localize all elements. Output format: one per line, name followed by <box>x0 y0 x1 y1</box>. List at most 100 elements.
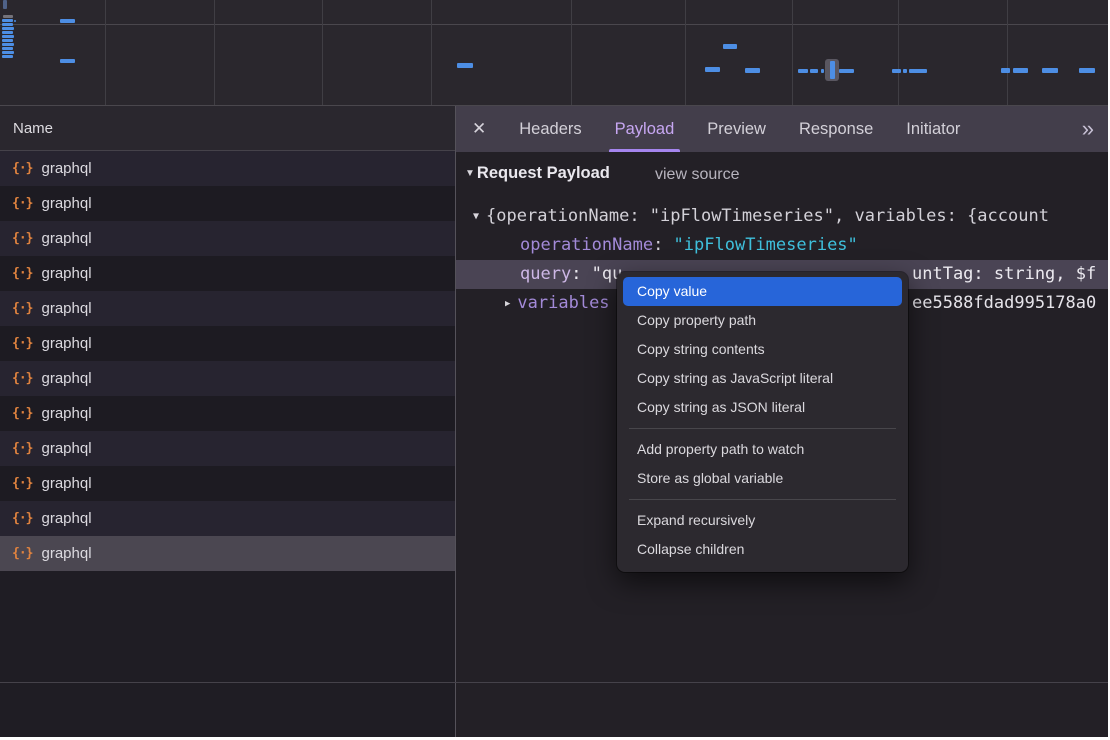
request-timing-bar <box>457 63 473 68</box>
overview-selection-marker-bar <box>830 61 835 79</box>
request-row[interactable]: {·} graphql <box>0 326 455 361</box>
property-value-right-fragment: untTag: string, $f <box>912 260 1096 289</box>
menu-item-copy-value[interactable]: Copy value <box>623 277 902 306</box>
json-braces-icon: {·} <box>12 196 32 211</box>
menu-item-copy-string-as-json-literal[interactable]: Copy string as JSON literal <box>623 393 902 422</box>
request-row[interactable]: {·} graphql <box>0 466 455 501</box>
request-timing-bar <box>2 47 13 50</box>
request-timing-bar <box>2 55 13 58</box>
request-timing-bar <box>2 27 14 30</box>
request-row[interactable]: {·} graphql <box>0 291 455 326</box>
request-name-label: graphql <box>41 510 91 527</box>
request-timing-bar <box>2 51 14 54</box>
request-row[interactable]: {·}graphql <box>0 221 455 256</box>
request-name-label: graphql <box>41 195 91 212</box>
request-timing-bar <box>3 15 13 18</box>
expanded-triangle-icon: ▼ <box>473 202 479 231</box>
tab-initiator[interactable]: Initiator <box>906 106 960 152</box>
request-name-label: graphql <box>41 300 91 317</box>
request-timing-bar <box>798 69 808 73</box>
panel-footer-divider <box>0 682 1108 683</box>
overview-gridline <box>322 0 323 105</box>
request-name-label: graphql <box>41 440 91 457</box>
json-braces-icon: {·} <box>12 336 32 351</box>
collapsed-triangle-icon: ▶ <box>505 290 510 318</box>
request-row[interactable]: {·}graphql <box>0 501 455 536</box>
request-timing-bar <box>892 69 901 73</box>
json-braces-icon: {·} <box>12 371 32 386</box>
request-name-label: graphql <box>41 405 91 422</box>
tab-response[interactable]: Response <box>799 106 873 152</box>
request-timing-bar <box>14 20 16 22</box>
overview-gridline <box>214 0 215 105</box>
menu-item-add-property-path-to-watch[interactable]: Add property path to watch <box>623 435 902 464</box>
request-row[interactable]: {·} graphql <box>0 186 455 221</box>
colon: : <box>571 264 591 284</box>
request-payload-section-toggle[interactable]: ▼ Request Payload <box>465 164 610 183</box>
json-braces-icon: {·} <box>12 406 32 421</box>
overview-gridline <box>792 0 793 105</box>
request-row[interactable]: {·} graphql <box>0 431 455 466</box>
network-overview-timeline[interactable] <box>0 0 1108 106</box>
menu-item-expand-recursively[interactable]: Expand recursively <box>623 506 902 535</box>
tab-payload[interactable]: Payload <box>615 106 675 152</box>
overview-gridline <box>431 0 432 105</box>
request-timing-bar <box>3 0 7 9</box>
json-braces-icon: {·} <box>12 441 32 456</box>
request-timing-bar <box>60 59 75 63</box>
request-name-label: graphql <box>41 230 91 247</box>
request-timing-bar <box>821 69 824 73</box>
menu-item-copy-string-as-javascript-literal[interactable]: Copy string as JavaScript literal <box>623 364 902 393</box>
overview-gridline <box>685 0 686 105</box>
menu-item-collapse-children[interactable]: Collapse children <box>623 535 902 564</box>
request-timing-bar <box>2 31 13 34</box>
request-timing-bar <box>1079 68 1095 73</box>
menu-item-copy-string-contents[interactable]: Copy string contents <box>623 335 902 364</box>
json-braces-icon: {·} <box>12 161 32 176</box>
menu-item-store-as-global-variable[interactable]: Store as global variable <box>623 464 902 493</box>
tab-preview[interactable]: Preview <box>707 106 766 152</box>
devtools-network-panel: Name {·}graphql{·}graphql{·}graphql{·}gr… <box>0 0 1108 737</box>
request-timing-bar <box>810 69 818 73</box>
request-timing-bar <box>705 67 720 72</box>
tree-row-operationName[interactable]: operationName: "ipFlowTimeseries" <box>456 231 1108 260</box>
request-name-label: graphql <box>41 475 91 492</box>
request-row[interactable]: {·} graphql <box>0 256 455 291</box>
request-row-selected[interactable]: {·}graphql <box>0 536 455 571</box>
property-key: operationName <box>520 235 653 255</box>
request-timing-bar <box>723 44 737 49</box>
request-timing-bar <box>909 69 927 73</box>
request-name-label: graphql <box>41 335 91 352</box>
more-tabs-icon[interactable]: » <box>1082 106 1094 152</box>
request-timing-bar <box>2 19 13 22</box>
close-icon[interactable]: ✕ <box>472 119 486 139</box>
tab-headers[interactable]: Headers <box>519 106 581 152</box>
property-key: variables <box>517 293 609 313</box>
request-timing-bar <box>1042 68 1058 73</box>
request-timing-bar <box>903 69 907 73</box>
json-braces-icon: {·} <box>12 301 32 316</box>
request-row[interactable]: {·} graphql <box>0 396 455 431</box>
request-row[interactable]: {·} graphql <box>0 151 455 186</box>
request-row[interactable]: {·} graphql <box>0 361 455 396</box>
request-timing-bar <box>745 68 760 73</box>
json-braces-icon: {·} <box>12 476 32 491</box>
json-braces-icon: {·} <box>12 266 32 281</box>
name-column-header[interactable]: Name <box>0 106 455 151</box>
request-timing-bar <box>1013 68 1028 73</box>
overview-gridline <box>105 0 106 105</box>
overview-gridline <box>571 0 572 105</box>
request-name-label: graphql <box>41 370 91 387</box>
request-timing-bar <box>2 39 13 42</box>
overview-gridline-horizontal <box>0 24 1108 25</box>
tree-row-root[interactable]: ▼{operationName: "ipFlowTimeseries", var… <box>456 202 1108 231</box>
menu-item-copy-property-path[interactable]: Copy property path <box>623 306 902 335</box>
section-title: Request Payload <box>477 164 610 183</box>
overview-gridline <box>1007 0 1008 105</box>
json-braces-icon: {·} <box>12 546 32 561</box>
request-list: {·} graphql {·} graphql {·} graphql {·} graphql… <box>0 151 455 571</box>
view-source-link[interactable]: view source <box>655 166 739 184</box>
request-name-label: graphql <box>41 160 91 177</box>
request-name-label: graphql <box>41 265 91 282</box>
property-value-string: "ipFlowTimeseries" <box>674 235 858 255</box>
